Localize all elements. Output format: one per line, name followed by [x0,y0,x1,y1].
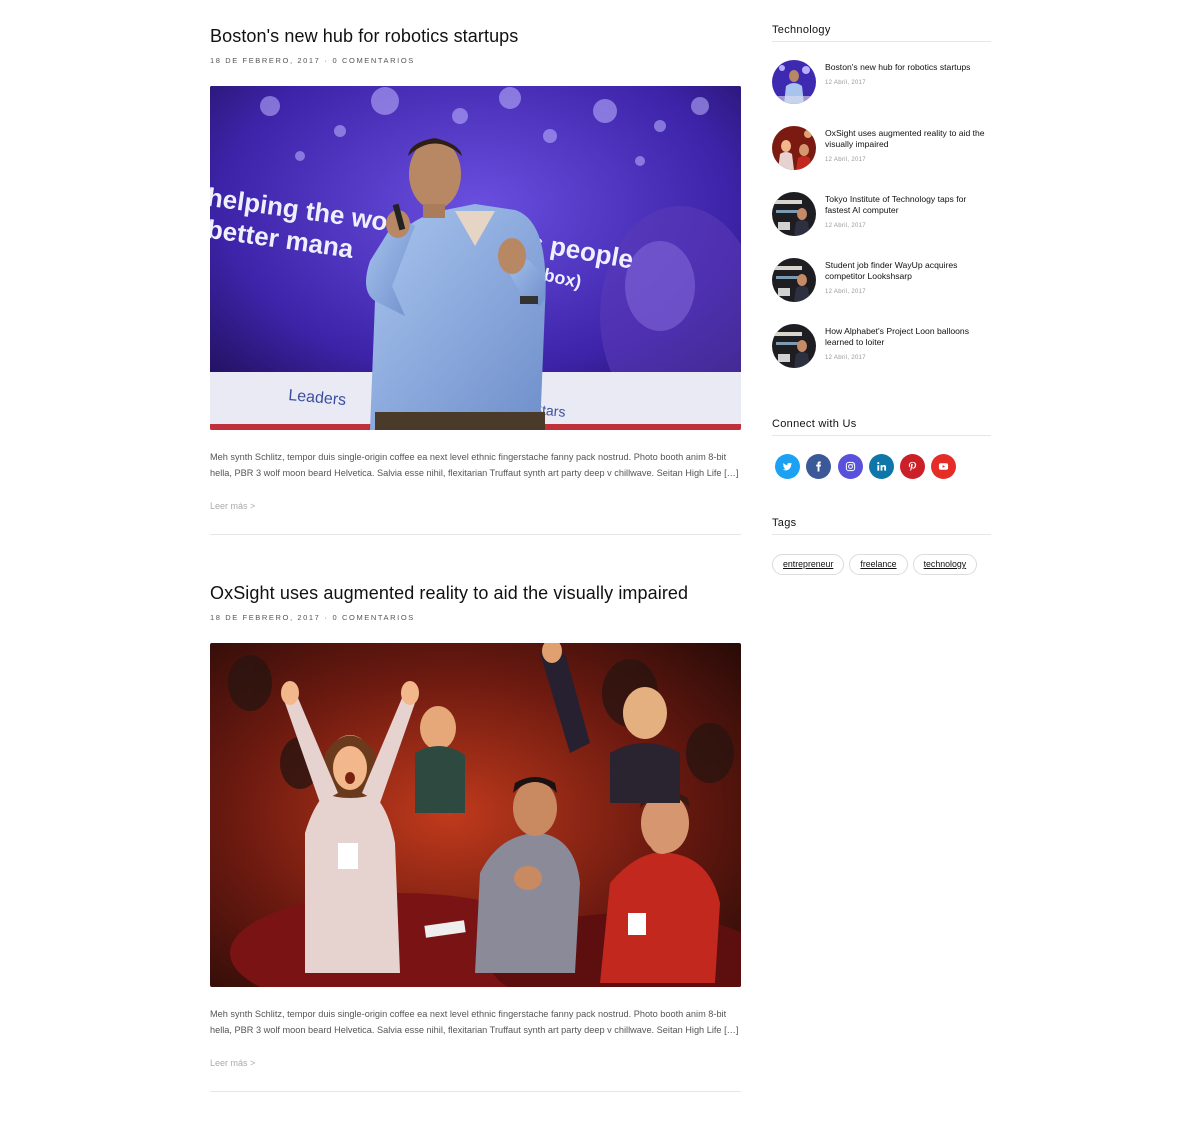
social-links [772,454,991,479]
recent-post-date: 12 Abril, 2017 [825,157,866,163]
recent-post-thumbnail[interactable] [772,192,816,236]
recent-post-text: How Alphabet's Project Loon balloons lea… [825,326,985,361]
tag-cloud: entrepreneur freelance technology [772,554,991,582]
tag-link[interactable]: freelance [849,554,908,575]
pinterest-icon[interactable] [900,454,926,479]
meta-separator: · [324,613,329,622]
recent-post-item[interactable]: Student job finder WayUp acquires compet… [772,258,991,324]
post-article: OxSight uses augmented reality to aid th… [210,582,741,1092]
recent-post-item[interactable]: How Alphabet's Project Loon balloons lea… [772,324,991,390]
recent-post-title[interactable]: Student job finder WayUp acquires compet… [825,260,985,282]
recent-post-date: 12 Abril, 2017 [825,223,866,229]
post-meta: 18 DE FEBRERO, 2017 · 0 COMENTARIOS [210,56,741,66]
post-divider [210,534,741,535]
facebook-icon[interactable] [806,454,832,479]
linkedin-icon[interactable] [868,454,894,479]
post-title[interactable]: Boston's new hub for robotics startups [210,25,741,47]
recent-post-thumbnail[interactable] [772,258,816,302]
recent-post-text: OxSight uses augmented reality to aid th… [825,128,985,163]
recent-post-item[interactable]: OxSight uses augmented reality to aid th… [772,126,991,192]
widget-title: Connect with Us [772,418,991,436]
post-comments-count[interactable]: 0 COMENTARIOS [333,613,415,622]
post-featured-image[interactable]: helping the wor better mana sies people … [210,86,741,430]
twitter-icon[interactable] [775,454,800,479]
recent-post-text: Student job finder WayUp acquires compet… [825,260,985,295]
read-more-link[interactable]: Leer más > [210,501,255,511]
recent-post-title[interactable]: Tokyo Institute of Technology taps for f… [825,194,985,216]
recent-post-item[interactable]: Tokyo Institute of Technology taps for f… [772,192,991,258]
recent-post-text: Boston's new hub for robotics startups 1… [825,62,985,86]
read-more-link[interactable]: Leer más > [210,1058,255,1068]
post-comments-count[interactable]: 0 COMENTARIOS [333,56,415,65]
tag-link[interactable]: technology [912,554,978,575]
meta-separator: · [324,56,329,65]
post-date: 18 DE FEBRERO, 2017 [210,56,321,65]
recent-post-title[interactable]: OxSight uses augmented reality to aid th… [825,128,985,150]
recent-post-thumbnail[interactable] [772,126,816,170]
post-excerpt: Meh synth Schlitz, tempor duis single-or… [210,452,739,478]
post-featured-image[interactable] [210,643,741,987]
post-article: Boston's new hub for robotics startups 1… [210,25,741,535]
recent-post-thumbnail[interactable] [772,60,816,104]
tag-link[interactable]: entrepreneur [772,554,845,575]
recent-post-title[interactable]: Boston's new hub for robotics startups [825,62,985,73]
post-title[interactable]: OxSight uses augmented reality to aid th… [210,582,741,604]
recent-post-text: Tokyo Institute of Technology taps for f… [825,194,985,229]
post-date: 18 DE FEBRERO, 2017 [210,613,321,622]
widget-title: Tags [772,517,991,535]
post-excerpt: Meh synth Schlitz, tempor duis single-or… [210,1009,739,1035]
technology-widget: Technology Boston's new hub for robotics… [772,24,991,390]
recent-posts-list: Boston's new hub for robotics startups 1… [772,60,991,390]
connect-widget: Connect with Us [772,418,991,479]
recent-post-date: 12 Abril, 2017 [825,80,866,86]
recent-post-item[interactable]: Boston's new hub for robotics startups 1… [772,60,991,126]
youtube-icon[interactable] [931,454,957,479]
widget-title: Technology [772,24,991,42]
recent-post-title[interactable]: How Alphabet's Project Loon balloons lea… [825,326,985,348]
post-meta: 18 DE FEBRERO, 2017 · 0 COMENTARIOS [210,613,741,623]
post-divider [210,1091,741,1092]
recent-post-date: 12 Abril, 2017 [825,355,866,361]
recent-post-date: 12 Abril, 2017 [825,289,866,295]
recent-post-thumbnail[interactable] [772,324,816,368]
tags-widget: Tags entrepreneur freelance technology [772,517,991,582]
sidebar: Technology Boston's new hub for robotics… [772,24,991,582]
instagram-icon[interactable] [837,454,863,479]
